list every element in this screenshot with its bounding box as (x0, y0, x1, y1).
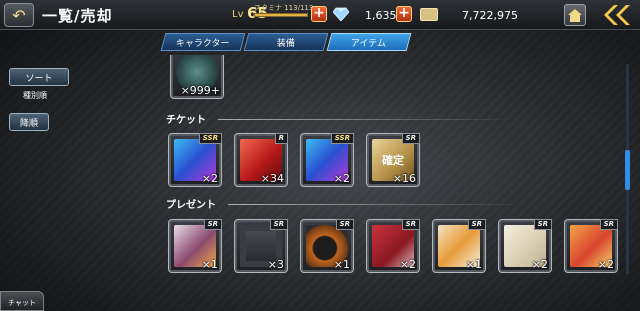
stamina-plus-button[interactable]: + (311, 6, 327, 22)
item-tile[interactable]: SR ×1 (432, 219, 486, 273)
item-tile[interactable]: SSR ×2 (168, 133, 222, 187)
sort-button[interactable]: ソート (9, 68, 69, 86)
stamina-label: スタミナ 113/113 (254, 4, 314, 12)
item-tile[interactable]: 確定 SR ×16 (366, 133, 420, 187)
gem-count: 1,635 (365, 9, 397, 22)
chat-button[interactable]: チャット (0, 291, 44, 311)
tab-equipment[interactable]: 装備 (243, 33, 329, 51)
home-icon (568, 8, 582, 22)
divider (218, 119, 518, 120)
item-tile[interactable]: SR ×3 (234, 219, 288, 273)
present-section-label: プレゼント (166, 200, 216, 211)
back-button[interactable]: ↶ (4, 3, 34, 27)
tab-item[interactable]: アイテム (326, 33, 412, 51)
sort-mode-label: 種別順 (23, 91, 47, 100)
collapse-button[interactable] (600, 3, 634, 27)
page-title: 一覧/売却 (42, 7, 113, 25)
money-count: 7,722,975 (462, 9, 518, 22)
divider (228, 204, 528, 205)
tab-bar: キャラクター 装備 アイテム (160, 33, 412, 51)
item-list: ×999+ チケット SSR ×2 R ×34 SSR ×2 確定 SR ×16… (160, 55, 622, 287)
gem-plus-button[interactable]: + (396, 6, 412, 22)
item-tile[interactable]: SR ×2 (498, 219, 552, 273)
item-tile[interactable]: SSR ×2 (300, 133, 354, 187)
stamina-fill (255, 14, 307, 16)
item-tile[interactable]: SR ×2 (564, 219, 618, 273)
tab-character[interactable]: キャラクター (160, 33, 246, 51)
ticket-section-label: チケット (166, 115, 206, 126)
top-bar: ↶ 一覧/売却 Lv 65 スタミナ 113/113 + 1,635 + 7,7… (0, 0, 640, 30)
money-icon (420, 8, 438, 21)
scrollbar-thumb[interactable] (625, 150, 630, 190)
order-button[interactable]: 降順 (9, 113, 49, 131)
item-tile[interactable]: SR ×1 (300, 219, 354, 273)
back-arrow-icon: ↶ (12, 5, 26, 25)
item-tile[interactable]: ×999+ (170, 55, 224, 99)
gem-icon (333, 7, 349, 21)
stamina-bar (254, 13, 308, 17)
item-tile[interactable]: SR ×2 (366, 219, 420, 273)
item-tile[interactable]: SR ×1 (168, 219, 222, 273)
home-button[interactable] (564, 4, 586, 26)
level-label: Lv (232, 9, 244, 20)
item-tile[interactable]: R ×34 (234, 133, 288, 187)
